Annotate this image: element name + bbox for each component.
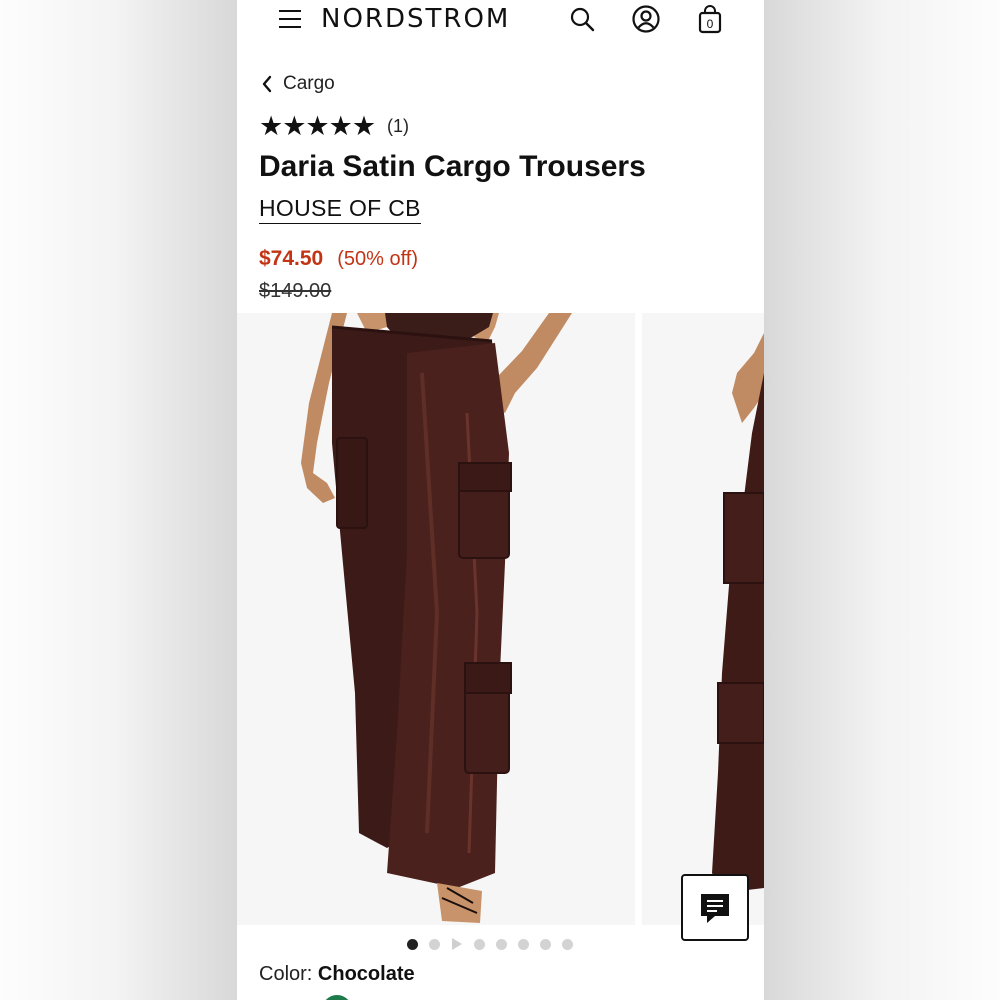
discount-label: (50% off) (337, 248, 419, 270)
price-row: $74.50 (50% off) (259, 247, 418, 271)
search-icon[interactable] (567, 4, 597, 34)
pagination-dot[interactable] (496, 938, 507, 950)
bag-count: 0 (707, 17, 714, 31)
pagination-dot[interactable] (518, 938, 529, 950)
background-right (764, 0, 1000, 1000)
product-image-main[interactable] (237, 313, 635, 925)
account-icon[interactable] (631, 4, 661, 34)
color-selection: Color: Chocolate (259, 963, 415, 986)
breadcrumb[interactable]: Cargo (261, 70, 335, 98)
product-title: Daria Satin Cargo Trousers (259, 150, 646, 183)
image-gallery[interactable] (237, 313, 764, 925)
original-price: $149.00 (259, 280, 332, 302)
rating[interactable]: ★★★★★ (1) (259, 113, 409, 140)
pagination-dot[interactable] (562, 938, 573, 950)
star-rating-icon: ★★★★★ (259, 111, 376, 141)
product-image-secondary[interactable] (642, 313, 764, 925)
header: NORDSTROM 0 (237, 0, 764, 40)
review-count[interactable]: (1) (387, 116, 409, 137)
menu-icon[interactable] (279, 9, 301, 29)
breadcrumb-label: Cargo (283, 73, 335, 94)
chat-button[interactable] (681, 874, 749, 941)
pagination-dot[interactable] (407, 938, 418, 950)
logo[interactable]: NORDSTROM (321, 4, 510, 34)
video-play-icon[interactable] (452, 938, 462, 950)
color-swatch[interactable] (322, 995, 352, 1000)
bag-icon[interactable]: 0 (695, 4, 725, 34)
brand-link[interactable]: HOUSE OF CB (259, 195, 421, 224)
color-value: Chocolate (317, 963, 415, 985)
product-page: NORDSTROM 0 Cargo ★★★★★ (1) Daria Satin … (237, 0, 764, 1000)
color-label: Color: (259, 963, 313, 985)
pagination-dot[interactable] (540, 938, 551, 950)
chat-icon (701, 894, 729, 923)
chevron-left-icon (262, 75, 272, 93)
gallery-pagination[interactable] (407, 938, 573, 950)
background-left (0, 0, 237, 1000)
pagination-dot[interactable] (429, 938, 440, 950)
sale-price: $74.50 (259, 247, 324, 270)
pagination-dot[interactable] (474, 938, 485, 950)
